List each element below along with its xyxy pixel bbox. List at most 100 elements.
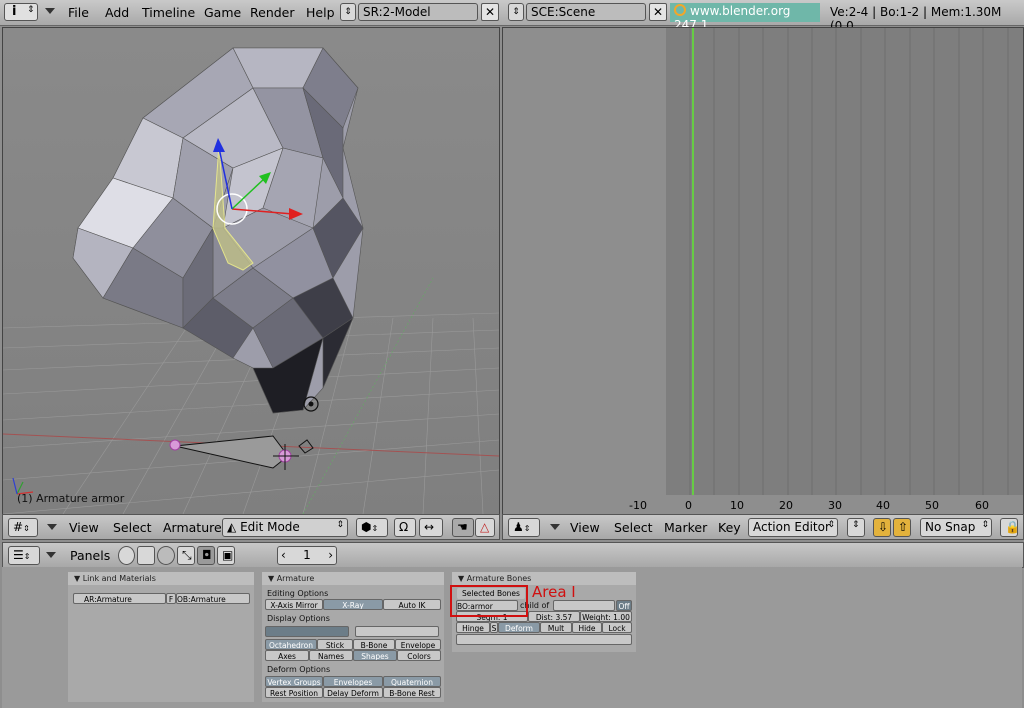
action-editor[interactable]: -10 0 10 20 30 40 50 60 <box>502 27 1024 515</box>
delay-deform-toggle[interactable]: Delay Deform <box>323 687 383 698</box>
logic-context-icon[interactable] <box>118 546 135 565</box>
x-ray-toggle[interactable]: X-Ray <box>323 599 383 610</box>
vertex-groups-toggle[interactable]: Vertex Groups <box>265 676 323 687</box>
action-menu-key[interactable]: Key <box>718 520 741 535</box>
link-materials-title[interactable]: ▼ Link and Materials <box>68 572 254 585</box>
parent-bone-select[interactable] <box>553 600 615 611</box>
quaternion-toggle[interactable]: Quaternion <box>383 676 441 687</box>
scene-context-icon[interactable]: ▣ <box>217 546 235 565</box>
transform-orientation-icon[interactable]: ↔ <box>419 518 443 537</box>
names-toggle[interactable]: Names <box>309 650 353 661</box>
tick-label-50: 50 <box>925 499 939 512</box>
menu-select[interactable]: Select <box>113 520 152 535</box>
deform-toggle[interactable]: Deform <box>498 622 540 633</box>
buttons-area: ▼ Link and Materials AR:Armature F OB:Ar… <box>2 567 1022 708</box>
tick-label-60: 60 <box>975 499 989 512</box>
action-menu-marker[interactable]: Marker <box>664 520 707 535</box>
armature-panel: ▼ Armature Editing Options X-Axis Mirror… <box>262 572 444 702</box>
link-materials-panel: ▼ Link and Materials AR:Armature F OB:Ar… <box>68 572 254 702</box>
object-context-icon[interactable]: ⤡ <box>177 546 195 565</box>
menu-armature[interactable]: Armature <box>163 520 222 535</box>
action-editor-header: ♟⇕ View Select Marker Key Action Editor ⇕… <box>502 514 1024 540</box>
editor-mode-label: Action Editor <box>753 520 830 534</box>
object-name-field[interactable]: OB:Armature <box>176 593 250 604</box>
colors-toggle[interactable]: Colors <box>397 650 441 661</box>
bone-layers-field[interactable] <box>456 634 632 645</box>
hinge-toggle[interactable]: Hinge <box>456 622 490 633</box>
buttons-editor-type-icon[interactable]: ☰⇕ <box>8 546 40 565</box>
grid-editor-type-icon[interactable]: #⇕ <box>8 518 38 537</box>
menu-help[interactable]: Help <box>306 5 335 20</box>
armature-datablock-field[interactable]: AR:Armature <box>73 593 166 604</box>
auto-ik-toggle[interactable]: Auto IK <box>383 599 441 610</box>
menu-timeline[interactable]: Timeline <box>142 5 195 20</box>
menu-render[interactable]: Render <box>250 5 295 20</box>
editing-context-icon[interactable]: ◘ <box>197 546 215 565</box>
info-editor-type-icon[interactable]: i ⇕ <box>4 3 38 21</box>
collapse-header-icon[interactable] <box>47 524 57 530</box>
scene-name-field[interactable]: SCE:Scene <box>526 3 646 21</box>
x-axis-mirror-toggle[interactable]: X-Axis Mirror <box>265 599 323 610</box>
script-context-icon[interactable] <box>137 546 155 565</box>
screen-name-field[interactable]: SR:2-Model <box>358 3 478 21</box>
frame-number-value: 1 <box>303 548 311 562</box>
action-menu-select[interactable]: Select <box>614 520 653 535</box>
screen-delete-close-icon[interactable]: ✕ <box>481 3 499 21</box>
viewport-header: #⇕ View Select Armature ◭ Edit Mode ⇕ ⬢⇕ … <box>2 514 500 540</box>
action-browse-button[interactable]: ⇕ <box>847 518 865 537</box>
3d-viewport[interactable]: (1) Armature armor <box>2 27 500 515</box>
envelopes-toggle[interactable]: Envelopes <box>323 676 383 687</box>
scene-delete-close-icon[interactable]: ✕ <box>649 3 667 21</box>
rest-position-toggle[interactable]: Rest Position <box>265 687 323 698</box>
frame-number-field[interactable]: ‹ 1 › <box>277 546 337 565</box>
b-bone-rest-toggle[interactable]: B-Bone Rest <box>383 687 441 698</box>
distance-field[interactable]: Dist: 3.57 <box>528 611 580 622</box>
menu-add[interactable]: Add <box>105 5 129 20</box>
display-options-label: Display Options <box>267 614 330 623</box>
snap-select-label: No Snap <box>925 520 976 534</box>
shapes-toggle[interactable]: Shapes <box>353 650 397 661</box>
armature-panel-title[interactable]: ▼ Armature <box>262 572 444 585</box>
snap-select[interactable]: No Snap ⇕ <box>920 518 992 537</box>
s-toggle[interactable]: S <box>490 622 498 633</box>
mult-toggle[interactable]: Mult <box>540 622 572 633</box>
scene-browse-button[interactable]: ⇕ <box>508 3 524 21</box>
screen-browse-button[interactable]: ⇕ <box>340 3 356 21</box>
tick-label-minus10: -10 <box>629 499 647 512</box>
key-down-icon[interactable]: ⇩ <box>873 518 891 537</box>
weight-field[interactable]: Weight: 1.00 <box>580 611 632 622</box>
top-menu-bar: i ⇕ File Add Timeline Game Render Help ⇕… <box>0 0 1024 33</box>
b-bone-toggle[interactable]: B-Bone <box>353 639 395 650</box>
hand-icon[interactable]: ☚ <box>452 518 474 537</box>
action-editor-type-icon[interactable]: ♟⇕ <box>508 518 540 537</box>
pivot-icon[interactable]: ⬢⇕ <box>356 518 388 537</box>
fake-user-button[interactable]: F <box>166 593 176 604</box>
collapse-menu-icon[interactable] <box>45 8 55 14</box>
triangle-icon[interactable]: △ <box>475 518 495 537</box>
menu-view[interactable]: View <box>69 520 99 535</box>
editor-mode-select[interactable]: Action Editor ⇕ <box>748 518 838 537</box>
octahedron-toggle[interactable]: Octahedron <box>265 639 317 650</box>
lock-icon[interactable]: 🔒 <box>1000 518 1020 537</box>
menu-game[interactable]: Game <box>204 5 241 20</box>
action-menu-view[interactable]: View <box>570 520 600 535</box>
key-up-icon[interactable]: ⇧ <box>893 518 911 537</box>
hide-toggle[interactable]: Hide <box>572 622 602 633</box>
bone-layers-row-2[interactable] <box>355 626 439 637</box>
menu-file[interactable]: File <box>68 5 89 20</box>
tick-label-40: 40 <box>876 499 890 512</box>
bone-layers-row-1[interactable] <box>265 626 349 637</box>
collapse-action-header-icon[interactable] <box>550 524 560 530</box>
manipulator-icon[interactable]: Ω <box>394 518 416 537</box>
collapse-buttons-header-icon[interactable] <box>46 552 56 558</box>
envelope-toggle[interactable]: Envelope <box>395 639 441 650</box>
blender-link[interactable]: www.blender.org 247.1 <box>670 3 820 32</box>
lock-toggle[interactable]: Lock <box>602 622 632 633</box>
axes-toggle[interactable]: Axes <box>265 650 309 661</box>
mode-select[interactable]: ◭ Edit Mode ⇕ <box>222 518 348 537</box>
bone-head-joint <box>169 439 181 451</box>
area-annotation-box <box>450 585 528 617</box>
connected-off-toggle[interactable]: Off <box>616 600 632 611</box>
stick-toggle[interactable]: Stick <box>317 639 353 650</box>
shading-context-icon[interactable] <box>157 546 175 565</box>
